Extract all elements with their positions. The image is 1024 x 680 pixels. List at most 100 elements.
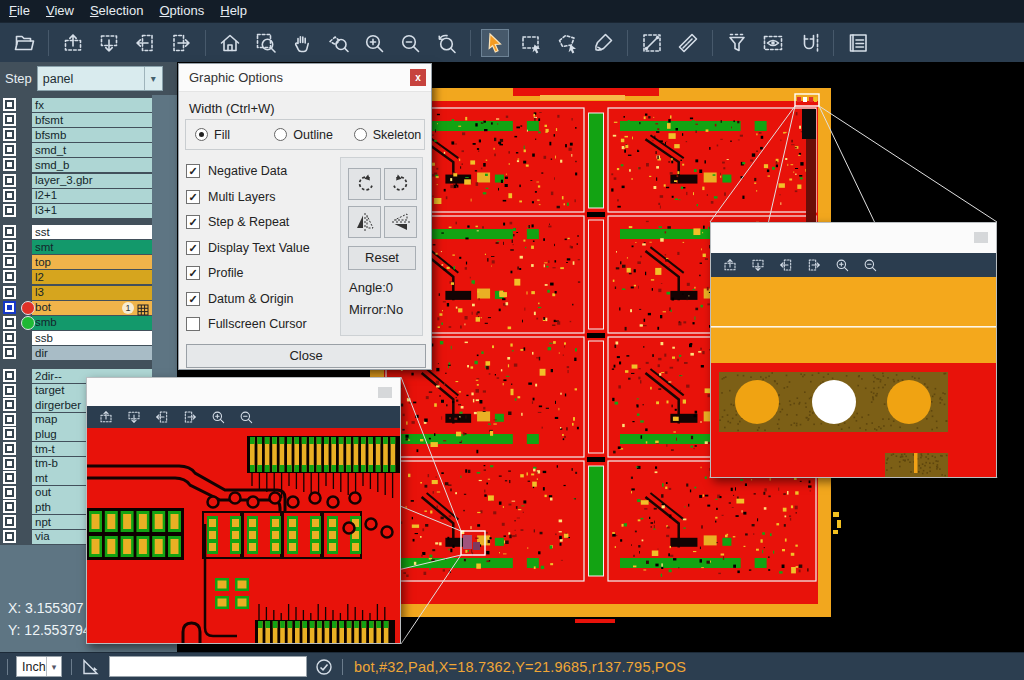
layer-checkbox[interactable] <box>3 413 16 426</box>
layer-checkbox[interactable] <box>3 457 16 470</box>
tool-zoom-in[interactable] <box>360 29 388 57</box>
tool-send-left[interactable] <box>131 29 159 57</box>
preview-titlebar[interactable] <box>87 378 400 406</box>
refresh-icon[interactable] <box>315 658 333 676</box>
preview-tool-send-down[interactable] <box>747 256 769 274</box>
checkbox-fullscreen-cursor[interactable]: Fullscreen Cursor <box>186 316 307 332</box>
layer-name-bar[interactable]: smd_b <box>32 158 152 172</box>
checkbox-profile[interactable]: ✓Profile <box>186 265 243 281</box>
layer-checkbox[interactable] <box>3 471 16 484</box>
tool-measure-distance[interactable] <box>638 29 666 57</box>
radio-skeleton[interactable]: Skeleton <box>354 128 424 142</box>
preview-tool-send-left[interactable] <box>775 256 797 274</box>
layer-checkbox[interactable] <box>3 225 16 238</box>
layer-checkbox[interactable] <box>3 486 16 499</box>
layer-name-bar[interactable]: top <box>32 255 152 269</box>
tool-select-cursor[interactable] <box>481 29 509 57</box>
layer-name-bar[interactable]: fx <box>32 98 152 112</box>
layer-name-bar[interactable]: l2+1 <box>32 189 152 203</box>
layer-checkbox[interactable] <box>3 500 16 513</box>
layer-checkbox[interactable] <box>3 240 16 253</box>
tool-pan-hand[interactable] <box>288 29 316 57</box>
layer-checkbox[interactable] <box>3 143 16 156</box>
layer-checkbox[interactable] <box>3 530 16 543</box>
zoom-preview-window-bottom-left[interactable] <box>86 377 401 644</box>
layer-checkbox[interactable] <box>3 369 16 382</box>
layer-name-bar[interactable]: smb <box>32 316 152 330</box>
checkbox-datum-origin[interactable]: ✓Datum & Origin <box>186 291 293 307</box>
layer-name-bar[interactable]: ssb <box>32 331 152 345</box>
tool-filter[interactable] <box>723 29 751 57</box>
chevron-down-icon[interactable]: ▾ <box>144 67 162 90</box>
radio-fill[interactable]: Fill <box>195 128 265 142</box>
layer-name-bar[interactable]: l3+1 <box>32 204 152 218</box>
tool-measure-ruler[interactable] <box>674 29 702 57</box>
tool-zoom-window[interactable] <box>252 29 280 57</box>
rotate-cw-button[interactable] <box>348 168 381 200</box>
layer-checkbox[interactable] <box>3 204 16 217</box>
menu-file[interactable]: File <box>1 0 38 22</box>
tool-select-polygon[interactable] <box>553 29 581 57</box>
preview-tool-send-up[interactable] <box>95 408 117 426</box>
radio-outline[interactable]: Outline <box>274 128 344 142</box>
layer-checkbox[interactable] <box>3 346 16 359</box>
layer-checkbox[interactable] <box>3 515 16 528</box>
preview-tool-zoom-out[interactable] <box>859 256 881 274</box>
tool-layer-panel[interactable] <box>844 29 872 57</box>
preview-tool-zoom-in[interactable] <box>831 256 853 274</box>
menu-help[interactable]: Help <box>212 0 255 22</box>
layer-name-bar[interactable]: bfsmt <box>32 113 152 127</box>
preview-tool-send-down[interactable] <box>123 408 145 426</box>
layer-checkbox[interactable] <box>3 128 16 141</box>
tool-clean-brush[interactable] <box>589 29 617 57</box>
layer-name-bar[interactable]: l3 <box>32 286 152 300</box>
preview-tool-zoom-out[interactable] <box>235 408 257 426</box>
layer-checkbox[interactable] <box>3 384 16 397</box>
command-input[interactable] <box>109 656 307 677</box>
layer-name-bar[interactable]: l2 <box>32 270 152 284</box>
preview-tool-send-right[interactable] <box>803 256 825 274</box>
tool-select-rect[interactable] <box>517 29 545 57</box>
layer-checkbox[interactable] <box>3 316 16 329</box>
step-select[interactable]: panel ▾ <box>37 66 163 91</box>
rotate-ccw-button[interactable] <box>384 168 417 200</box>
preview-titlebar[interactable] <box>711 223 996 253</box>
layer-name-bar[interactable]: sst <box>32 225 152 239</box>
window-button[interactable] <box>378 387 392 398</box>
flip-vertical-button[interactable] <box>384 206 417 238</box>
layer-checkbox[interactable] <box>3 270 16 283</box>
checkbox-multi-layers[interactable]: ✓Multi Layers <box>186 189 275 205</box>
layer-checkbox[interactable] <box>3 331 16 344</box>
layer-checkbox[interactable] <box>3 427 16 440</box>
flip-horizontal-button[interactable] <box>348 206 381 238</box>
tool-send-up[interactable] <box>59 29 87 57</box>
layer-checkbox[interactable] <box>3 113 16 126</box>
layer-checkbox[interactable] <box>3 189 16 202</box>
zoom-preview-window-right[interactable] <box>710 222 997 478</box>
checkbox-step-repeat[interactable]: ✓Step & Repeat <box>186 214 289 230</box>
layer-name-bar[interactable]: smt <box>32 240 152 254</box>
tool-send-down[interactable] <box>95 29 123 57</box>
layer-name-bar[interactable]: bfsmb <box>32 128 152 142</box>
dialog-titlebar[interactable]: Graphic Options x <box>179 64 431 92</box>
tool-open-folder[interactable] <box>10 29 38 57</box>
layer-name-bar[interactable]: dir <box>32 346 152 360</box>
tool-send-right[interactable] <box>167 29 195 57</box>
menu-options[interactable]: Options <box>151 0 212 22</box>
menu-selection[interactable]: Selection <box>82 0 151 22</box>
tool-snap-magnet[interactable] <box>795 29 823 57</box>
tool-zoom-object[interactable] <box>324 29 352 57</box>
preview-tool-zoom-in[interactable] <box>207 408 229 426</box>
preview-tool-send-right[interactable] <box>179 408 201 426</box>
tool-home-view[interactable] <box>216 29 244 57</box>
layer-checkbox[interactable] <box>3 286 16 299</box>
layer-name-bar[interactable]: layer_3.gbr <box>32 174 152 188</box>
dialog-close-button[interactable]: x <box>410 69 426 86</box>
tool-zoom-out[interactable] <box>396 29 424 57</box>
layer-checkbox[interactable] <box>3 158 16 171</box>
layer-checkbox[interactable] <box>3 398 16 411</box>
preview-tool-send-left[interactable] <box>151 408 173 426</box>
layer-name-bar[interactable]: smd_t <box>32 143 152 157</box>
close-button[interactable]: Close <box>186 344 426 368</box>
menu-view[interactable]: View <box>38 0 82 22</box>
